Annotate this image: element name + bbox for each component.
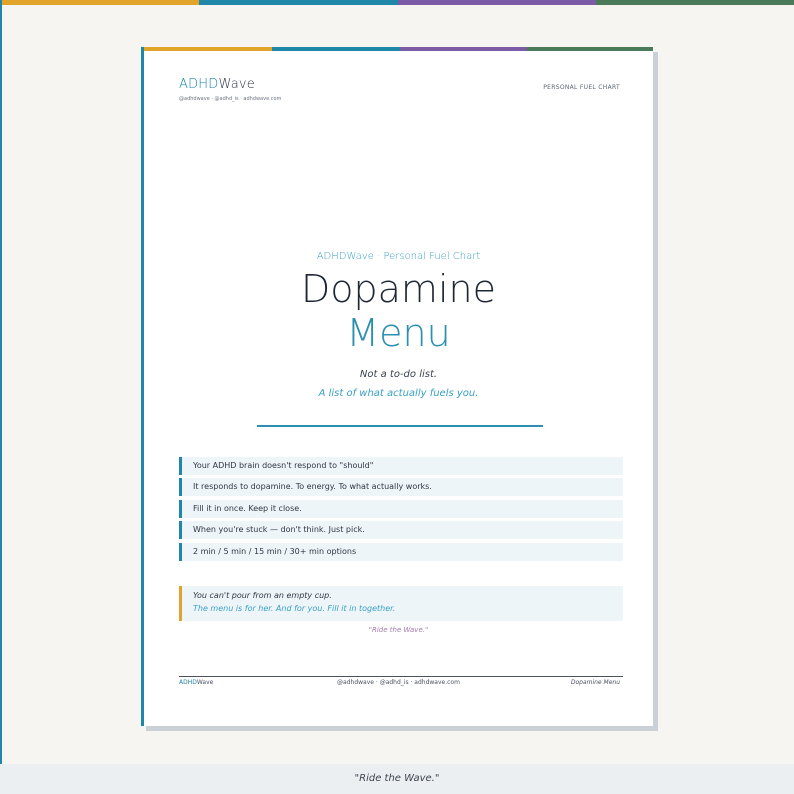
top-stripe-teal [199,0,398,5]
top-stripe-green [596,0,794,5]
point-item: Fill it in once. Keep it close. [179,499,623,518]
document-label: PERSONAL FUEL CHART [543,84,620,91]
bottom-tagline-bar: "Ride the Wave." [0,764,794,794]
brand-part-1: ADHD [179,77,219,92]
top-stripe-purple [398,0,596,5]
point-item: When you're stuck — don't think. Just pi… [179,521,623,540]
point-item: 2 min / 5 min / 15 min / 30+ min options [179,542,623,561]
point-list: Your ADHD brain doesn't respond to "shou… [179,457,623,564]
footer-rule [179,676,623,677]
title-divider [257,425,543,427]
footer-doc-name: Dopamine Menu [570,679,620,686]
sheet-stripe-purple [400,47,527,51]
sheet-stripe-green [527,47,653,51]
note-line-2: The menu is for her. And for you. Fill i… [193,604,396,613]
subtitle-1: Not a to-do list. [359,369,438,380]
callout-note: You can't pour from an empty cup. The me… [179,586,623,621]
document-sheet: ADHDWave @adhdwave · @adhd_is · adhdwave… [141,47,653,726]
title-line-2: Menu [346,311,451,355]
title-line-1: Dopamine [301,267,496,311]
brand-handles: @adhdwave · @adhd_is · adhdwave.com [179,96,282,102]
subtitle-2: A list of what actually fuels you. [318,388,479,399]
page-left-rule [0,0,2,764]
brand-part-2: Wave [218,77,255,92]
point-item: Your ADHD brain doesn't respond to "shou… [179,457,623,475]
sheet-stripe-amber [144,47,272,51]
top-stripe-amber [0,0,199,5]
sheet-tagline: "Ride the Wave." [368,626,429,634]
brand-logo: ADHDWave [179,77,255,92]
point-item: It responds to dopamine. To energy. To w… [179,478,623,497]
title-kicker: ADHDWave · Personal Fuel Chart [316,251,481,262]
note-line-1: You can't pour from an empty cup. [193,591,332,600]
sheet-stripe-teal [272,47,400,51]
